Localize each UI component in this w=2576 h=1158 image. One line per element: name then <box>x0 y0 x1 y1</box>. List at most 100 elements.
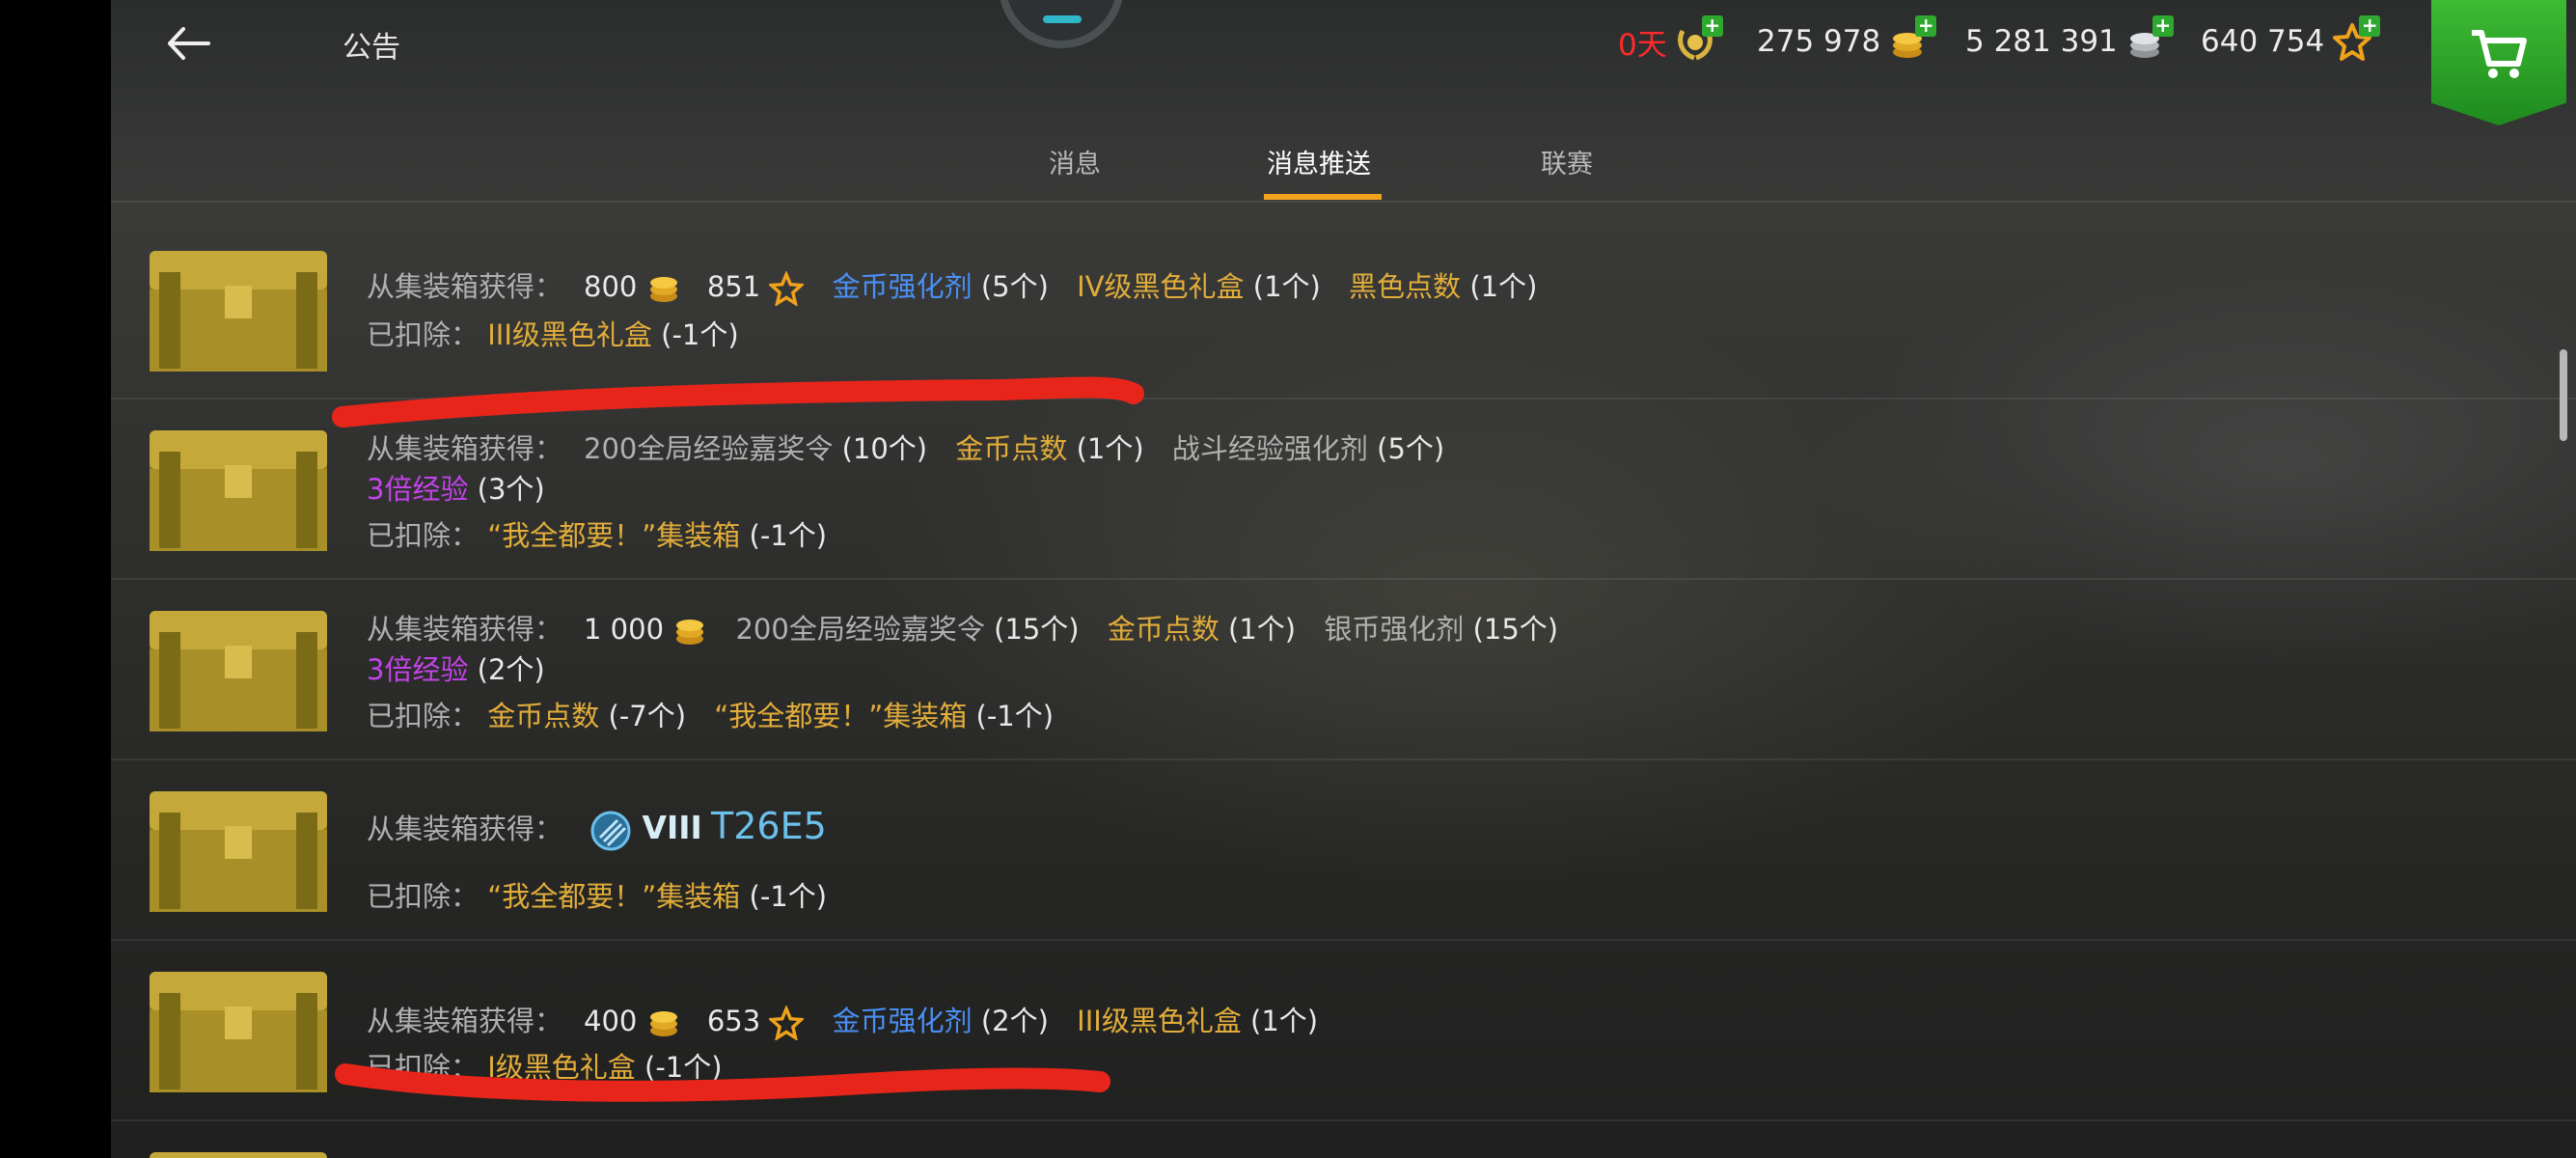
gained-label: 从集装箱获得： <box>367 613 563 646</box>
premium-days[interactable]: 0天 + <box>1618 15 1723 66</box>
silver-coins-icon: + <box>2125 15 2174 62</box>
item-count: (-1个) <box>749 519 828 552</box>
item-name: “我全都要！”集装箱 <box>714 700 968 732</box>
active-tab-indicator <box>1264 194 1382 200</box>
deducted-line: 已扣除： III级黑色礼盒 (-1个) <box>367 313 739 353</box>
deducted-label: 已扣除： <box>367 700 480 732</box>
gold-amount: 800 <box>584 270 638 303</box>
gained-label: 从集装箱获得： <box>367 432 563 465</box>
gained-line-continued: 3倍经验 (2个) <box>367 648 545 688</box>
red-underline-annotation <box>332 376 1144 427</box>
free-xp-star-icon: + <box>2332 15 2381 62</box>
tab-league[interactable]: 联赛 <box>1541 143 1593 180</box>
deducted-line: 已扣除： “我全都要！”集装箱 (-1个) <box>367 874 827 915</box>
deducted-label: 已扣除： <box>367 519 480 552</box>
silver-balance[interactable]: 5 281 391 + <box>1965 15 2174 66</box>
list-scrollbar[interactable] <box>2560 349 2567 441</box>
tab-messages[interactable]: 消息 <box>1049 143 1101 180</box>
list-item[interactable]: 从集装箱获得： 1 000 200全局经验嘉奖令 (15个) 金币点数 (1个) … <box>111 580 2576 760</box>
item-count: (5个) <box>980 270 1049 303</box>
item-count: (3个) <box>477 473 545 506</box>
shop-button[interactable] <box>2431 0 2566 125</box>
gold-coins-icon <box>649 277 677 302</box>
tabs-divider <box>111 201 2576 203</box>
item-name: 金币强化剂 <box>832 270 973 303</box>
gained-label: 从集装箱获得： <box>367 270 563 303</box>
gained-line: 从集装箱获得： 200全局经验嘉奖令 (10个) 金币点数 (1个) 战斗经验强化… <box>367 427 1444 467</box>
gold-amount: 400 <box>584 1005 638 1037</box>
deducted-label: 已扣除： <box>367 880 480 913</box>
top-bar: 公告 0天 + 275 978 + 5 281 391 + 640 754 + <box>111 0 2576 125</box>
container-chest-icon <box>150 972 327 1092</box>
item-name: IV级黑色礼盒 <box>1077 270 1245 303</box>
gained-label: 从集装箱获得： <box>367 1005 563 1037</box>
gold-amount: 1 000 <box>584 613 665 646</box>
item-count: (10个) <box>841 432 928 465</box>
deducted-label: 已扣除： <box>367 318 480 351</box>
gold-coins-icon <box>649 1011 677 1036</box>
tank-class-icon <box>590 811 631 851</box>
item-count: (1个) <box>1250 1005 1319 1037</box>
item-name: 战斗经验强化剂 <box>1171 432 1368 465</box>
gold-balance[interactable]: 275 978 + <box>1757 15 1937 66</box>
gained-line: 从集装箱获得： 800 851 金币强化剂 (5个) IV级黑色礼盒 (1个) 黑… <box>367 264 1537 306</box>
item-name: 3倍经验 <box>367 473 469 506</box>
free-xp-amount: 653 <box>706 1005 761 1037</box>
item-name: III级黑色礼盒 <box>487 318 652 351</box>
item-name: 黑色点数 <box>1349 270 1462 303</box>
free-xp-star-icon <box>769 1006 805 1040</box>
red-underline-annotation <box>335 1063 1110 1102</box>
item-count: (1个) <box>1076 432 1144 465</box>
container-chest-icon <box>150 791 327 912</box>
tab-push-messages[interactable]: 消息推送 <box>1267 143 1371 180</box>
item-name: 银币强化剂 <box>1324 613 1465 646</box>
item-name: “我全都要！”集装箱 <box>487 519 741 552</box>
item-count: (15个) <box>1472 613 1559 646</box>
gained-label: 从集装箱获得： <box>367 813 563 845</box>
item-count: (-1个) <box>749 880 828 913</box>
add-silver-icon[interactable]: + <box>2151 15 2174 37</box>
cart-icon <box>2472 30 2527 78</box>
item-name: 200全局经验嘉奖令 <box>584 432 834 465</box>
free-xp-amount: 851 <box>706 270 761 303</box>
add-free-xp-icon[interactable]: + <box>2359 15 2381 37</box>
game-logo <box>999 0 1124 48</box>
tab-bar: 消息 消息推送 联赛 <box>111 125 2576 201</box>
add-gold-icon[interactable]: + <box>1915 15 1937 37</box>
gold-coins-icon <box>676 620 704 645</box>
item-name: 金币强化剂 <box>832 1005 973 1037</box>
item-name: III级黑色礼盒 <box>1077 1005 1242 1037</box>
item-count: (2个) <box>980 1005 1049 1037</box>
free-xp-balance[interactable]: 640 754 + <box>2201 15 2381 66</box>
item-name: “我全都要！”集装箱 <box>487 880 741 913</box>
item-count: (-1个) <box>661 318 739 351</box>
gained-line-continued: 3倍经验 (3个) <box>367 467 545 508</box>
list-item[interactable]: 从集装箱获得： 800 851 金币强化剂 (5个) IV级黑色礼盒 (1个) 黑… <box>111 205 2576 400</box>
item-count: (-1个) <box>975 700 1055 732</box>
gained-line: 从集装箱获得： 1 000 200全局经验嘉奖令 (15个) 金币点数 (1个) … <box>367 607 1558 648</box>
free-xp-star-icon <box>769 271 805 306</box>
container-chest-icon <box>150 251 327 372</box>
silver-balance-value: 5 281 391 <box>1965 24 2118 59</box>
add-premium-icon[interactable]: + <box>1701 15 1723 37</box>
item-name: 3倍经验 <box>367 653 469 686</box>
item-name: 金币点数 <box>1107 613 1219 646</box>
gold-coins-icon: + <box>1888 15 1937 62</box>
back-arrow-icon[interactable] <box>164 21 212 66</box>
free-xp-value: 640 754 <box>2201 24 2325 59</box>
item-count: (15个) <box>994 613 1080 646</box>
notifications-screen: 公告 0天 + 275 978 + 5 281 391 + 640 754 + … <box>111 0 2576 1158</box>
item-count: (1个) <box>1228 613 1297 646</box>
item-count: (-7个) <box>608 700 687 732</box>
page-title: 公告 <box>343 31 400 65</box>
item-name: 200全局经验嘉奖令 <box>735 613 985 646</box>
list-item[interactable]: 从集装箱获得： VIII T26E5 已扣除： “我全都要！”集装箱 (-1个) <box>111 760 2576 941</box>
list-item[interactable] <box>111 1121 2576 1158</box>
tank-name: T26E5 <box>711 805 827 847</box>
item-name: 金币点数 <box>955 432 1068 465</box>
item-name: 金币点数 <box>487 700 600 732</box>
gained-line: 从集装箱获得： VIII T26E5 <box>367 805 827 853</box>
tank-tier: VIII <box>642 809 702 846</box>
premium-laurel-icon: + <box>1675 15 1723 62</box>
gold-balance-value: 275 978 <box>1757 24 1881 59</box>
